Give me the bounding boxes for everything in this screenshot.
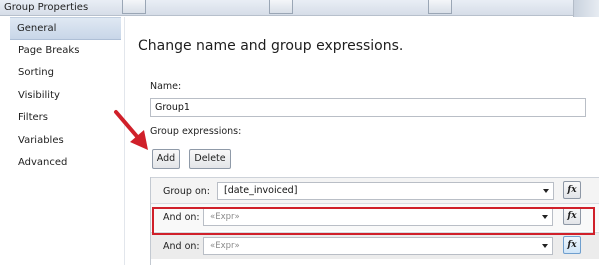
fx-expression-button[interactable]: fx	[563, 207, 581, 225]
group-expressions-label: Group expressions:	[150, 126, 242, 137]
delete-button[interactable]: Delete	[189, 149, 231, 169]
combo-value: «Expr»	[210, 241, 240, 251]
red-arrow-icon	[114, 110, 148, 150]
group-expression-list: Group on: [date_invoiced] fx And on: «Ex…	[150, 177, 599, 265]
chevron-down-icon[interactable]	[542, 244, 548, 248]
group-on-label: Group on:	[163, 186, 210, 197]
combo-value: [date_invoiced]	[224, 185, 298, 196]
combo-value: «Expr»	[210, 212, 240, 222]
name-field[interactable]: Group1	[150, 98, 586, 117]
title-bar: Group Properties	[0, 0, 599, 16]
sidebar-item-label: Page Breaks	[18, 44, 80, 56]
name-label: Name:	[150, 81, 182, 92]
main-panel: Change name and group expressions. Name:…	[126, 17, 599, 265]
group-expression-row: And on: «Expr» fx	[151, 232, 599, 259]
window-title: Group Properties	[4, 2, 89, 13]
sidebar-item-label: Variables	[18, 134, 64, 146]
group-expression-combo[interactable]: [date_invoiced]	[217, 182, 554, 200]
sidebar-item-general[interactable]: General	[10, 17, 121, 40]
titlebar-button[interactable]	[269, 0, 293, 14]
sidebar-item-filters[interactable]: Filters	[0, 107, 124, 130]
group-expression-combo[interactable]: «Expr»	[203, 237, 553, 255]
sidebar-item-label: Visibility	[18, 89, 60, 101]
add-button[interactable]: Add	[152, 149, 180, 169]
sidebar-item-label: Sorting	[18, 67, 54, 78]
sidebar-item-page-breaks[interactable]: Page Breaks	[0, 40, 124, 63]
sidebar-item-sorting[interactable]: Sorting	[0, 62, 124, 85]
sidebar-item-label: General	[17, 23, 57, 34]
chevron-down-icon[interactable]	[542, 215, 548, 219]
fx-expression-button[interactable]: fx	[563, 236, 581, 254]
titlebar-button[interactable]	[428, 0, 452, 14]
sidebar: General Page Breaks Sorting Visibility F…	[0, 17, 125, 265]
fx-expression-button[interactable]: fx	[563, 181, 581, 199]
and-on-label: And on:	[163, 212, 200, 223]
and-on-label: And on:	[163, 241, 200, 252]
group-expression-combo[interactable]: «Expr»	[203, 208, 553, 226]
sidebar-item-visibility[interactable]: Visibility	[0, 85, 124, 108]
sidebar-item-variables[interactable]: Variables	[0, 130, 124, 153]
sidebar-item-label: Filters	[18, 112, 48, 123]
titlebar-button[interactable]	[122, 0, 146, 14]
group-expression-row: And on: «Expr» fx	[151, 204, 599, 231]
sidebar-item-advanced[interactable]: Advanced	[0, 152, 124, 175]
chevron-down-icon[interactable]	[543, 189, 549, 193]
sidebar-item-label: Advanced	[18, 157, 68, 168]
group-expression-row: Group on: [date_invoiced] fx	[151, 177, 599, 204]
page-title: Change name and group expressions.	[138, 38, 404, 54]
